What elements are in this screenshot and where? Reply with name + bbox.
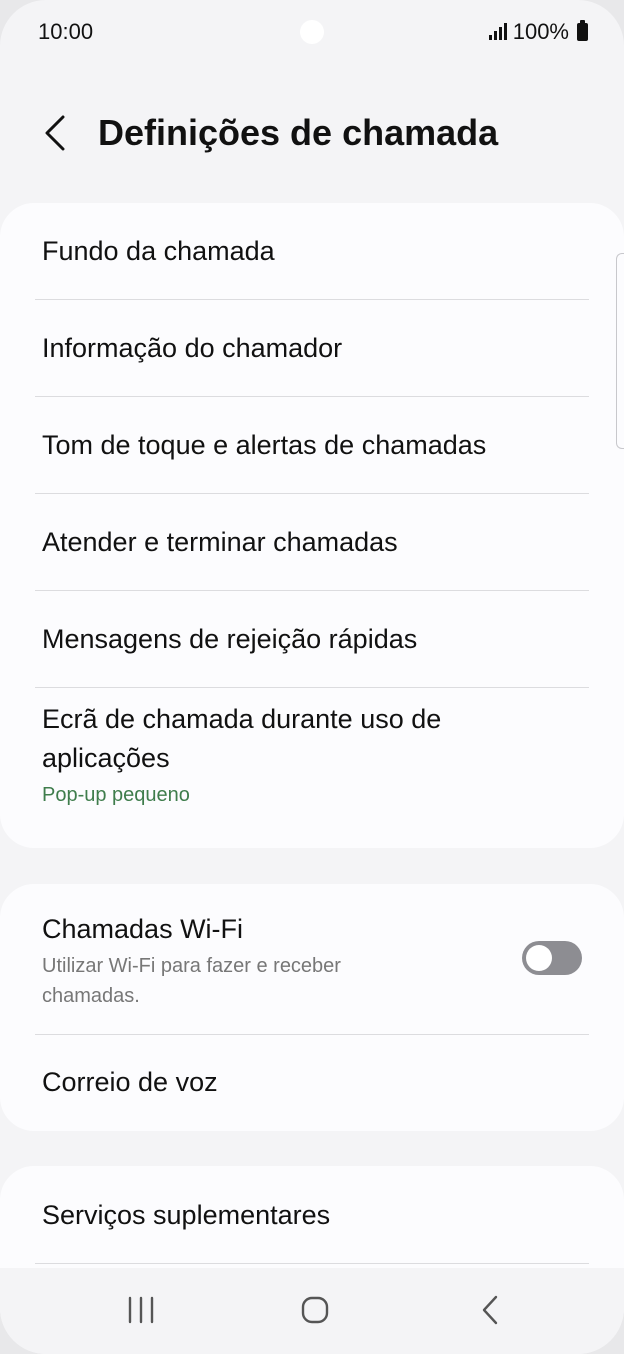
list-item-voicemail[interactable]: Correio de voz bbox=[0, 1035, 624, 1131]
list-item-wifi-calling[interactable]: Chamadas Wi-Fi Utilizar Wi-Fi para fazer… bbox=[0, 884, 624, 1035]
phone-screen: 10:00 100% Definições de chamada Fundo d… bbox=[0, 0, 624, 1354]
back-icon bbox=[482, 1295, 498, 1325]
list-item-title: Correio de voz bbox=[42, 1067, 218, 1097]
navigation-bar bbox=[0, 1268, 624, 1354]
list-item-title: Serviços suplementares bbox=[42, 1200, 331, 1230]
list-item-title: Tom de toque e alertas de chamadas bbox=[42, 430, 487, 460]
wifi-calling-toggle[interactable] bbox=[522, 941, 582, 975]
home-icon bbox=[301, 1296, 329, 1324]
list-item-title: Informação do chamador bbox=[42, 333, 343, 363]
list-item-call-display-while-using-apps[interactable]: Ecrã de chamada durante uso de aplicaçõe… bbox=[0, 688, 624, 848]
list-item-answer-end-calls[interactable]: Atender e terminar chamadas bbox=[0, 494, 624, 591]
app-bar: Definições de chamada bbox=[0, 100, 624, 170]
recents-icon bbox=[128, 1296, 154, 1324]
settings-group-call: Fundo da chamada Informação do chamador … bbox=[0, 203, 624, 848]
status-bar: 10:00 100% bbox=[0, 0, 624, 64]
battery-percentage: 100% bbox=[512, 19, 569, 44]
home-button[interactable] bbox=[285, 1282, 345, 1338]
back-button[interactable] bbox=[30, 108, 80, 158]
back-nav-button[interactable] bbox=[460, 1282, 520, 1338]
list-item-caller-info[interactable]: Informação do chamador bbox=[0, 300, 624, 397]
recents-button[interactable] bbox=[111, 1282, 171, 1338]
chevron-left-icon bbox=[45, 115, 65, 151]
list-item-title: Ecrã de chamada durante uso de aplicaçõe… bbox=[42, 704, 442, 773]
list-item-title: Fundo da chamada bbox=[42, 236, 275, 266]
list-item-subtitle: Utilizar Wi-Fi para fazer e receber cham… bbox=[42, 955, 341, 1007]
toggle-knob bbox=[526, 945, 552, 971]
list-item-supplementary-services[interactable]: Serviços suplementares bbox=[0, 1166, 624, 1264]
list-item-title: Mensagens de rejeição rápidas bbox=[42, 624, 418, 654]
divider bbox=[35, 1263, 589, 1264]
list-item-call-background[interactable]: Fundo da chamada bbox=[0, 203, 624, 300]
list-item-ringtone-alerts[interactable]: Tom de toque e alertas de chamadas bbox=[0, 397, 624, 494]
list-item-title: Atender e terminar chamadas bbox=[42, 527, 398, 557]
list-item-quick-decline-messages[interactable]: Mensagens de rejeição rápidas bbox=[0, 591, 624, 688]
signal-icon bbox=[488, 23, 507, 40]
list-item-subtitle: Pop-up pequeno bbox=[42, 784, 190, 806]
scrollbar[interactable] bbox=[616, 253, 624, 449]
battery-icon bbox=[577, 20, 588, 41]
camera-cutout bbox=[300, 20, 324, 44]
status-indicators: 100% bbox=[488, 19, 588, 45]
list-item-title: Chamadas Wi-Fi bbox=[42, 914, 244, 944]
settings-group-wifi-voicemail: Chamadas Wi-Fi Utilizar Wi-Fi para fazer… bbox=[0, 884, 624, 1131]
page-title: Definições de chamada bbox=[98, 112, 499, 153]
status-time: 10:00 bbox=[38, 19, 94, 44]
